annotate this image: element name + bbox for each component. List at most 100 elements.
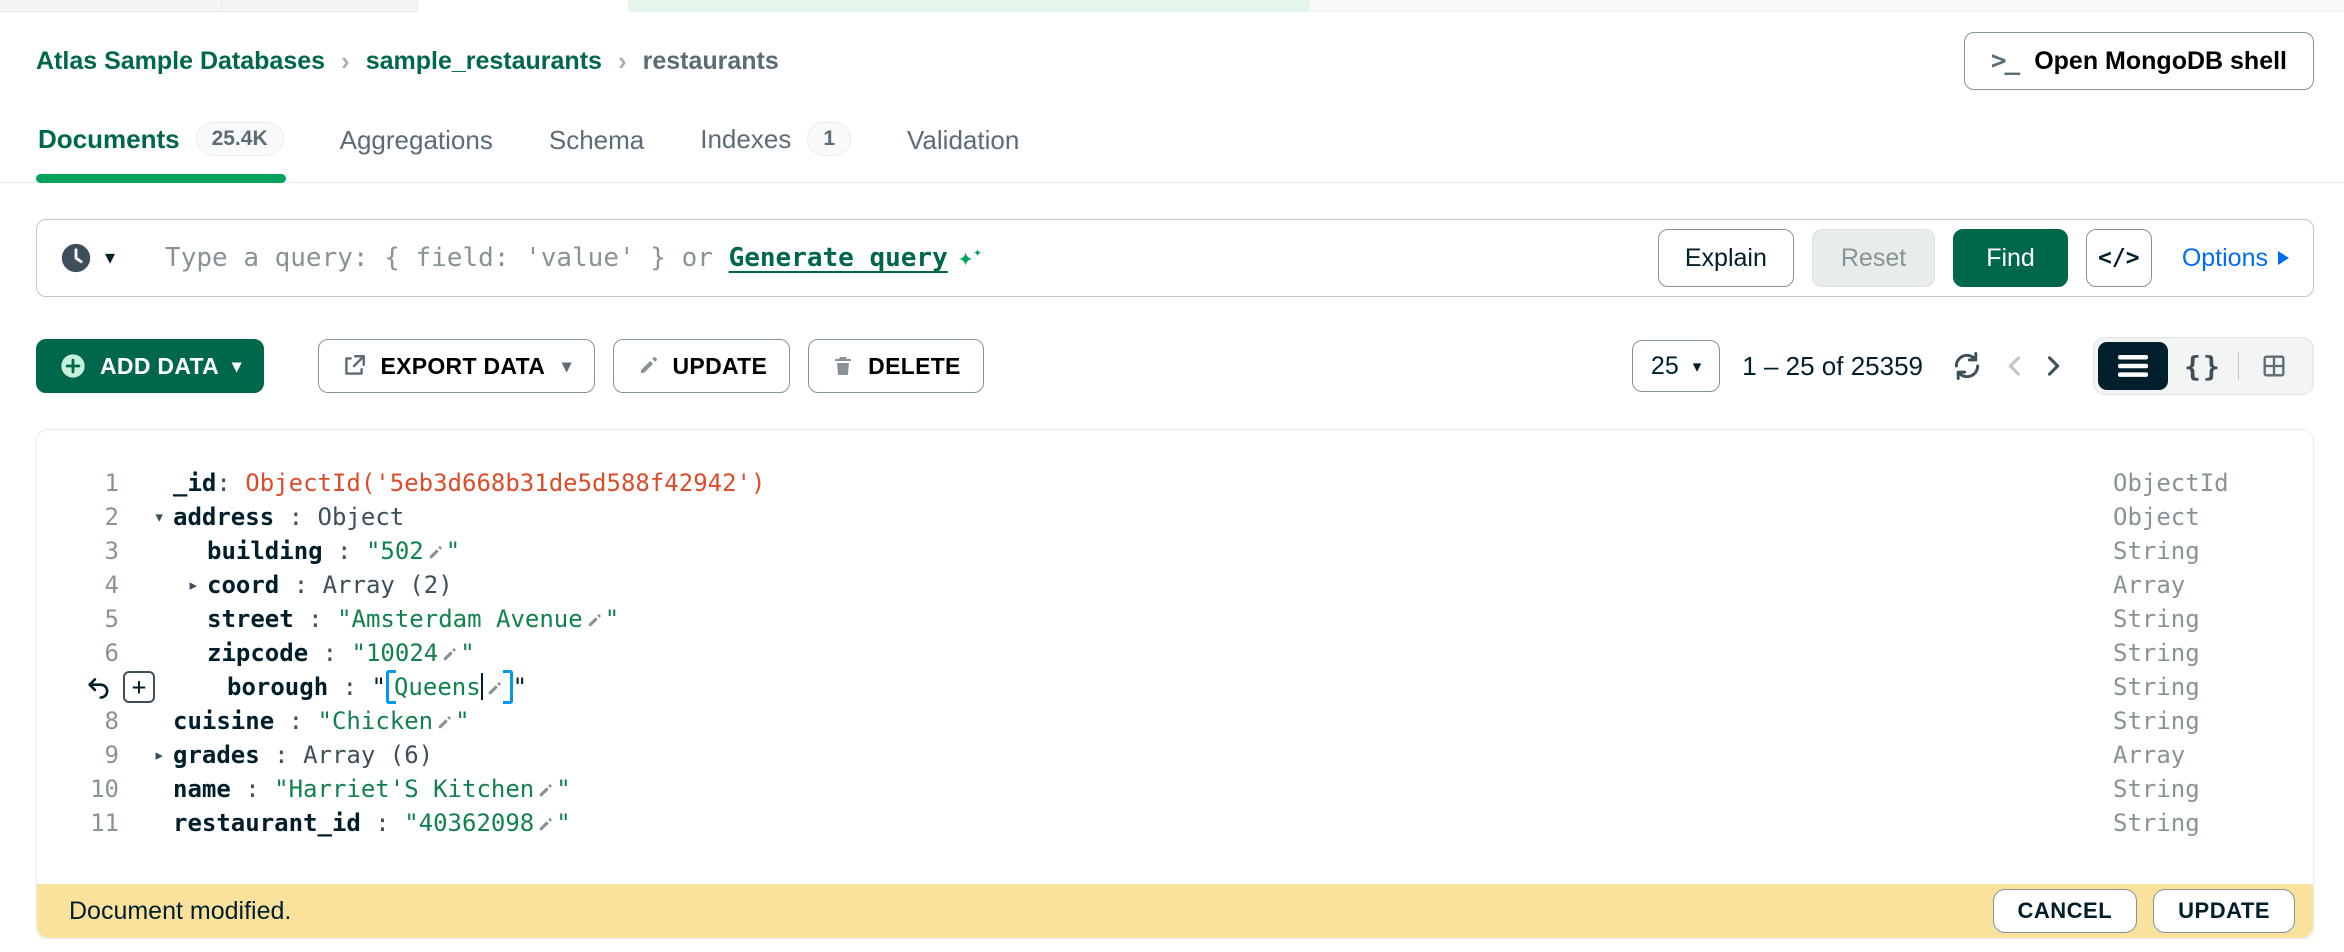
prev-page-button[interactable] xyxy=(2001,352,2029,380)
line-number: 2 xyxy=(105,503,119,531)
refresh-button[interactable] xyxy=(1951,350,1983,382)
field-value[interactable]: "Harriet'S Kitchen" xyxy=(274,775,571,803)
options-toggle[interactable]: Options xyxy=(2182,244,2289,273)
explain-button[interactable]: Explain xyxy=(1658,229,1794,287)
chevron-down-icon: ▾ xyxy=(105,248,115,268)
line-number: 3 xyxy=(105,537,119,565)
tab-label: Schema xyxy=(549,125,644,156)
delete-button[interactable]: DELETE xyxy=(808,339,984,393)
reset-button[interactable]: Reset xyxy=(1812,229,1935,287)
field-value[interactable]: "502" xyxy=(366,537,460,565)
field-value[interactable]: "40362098" xyxy=(404,809,571,837)
tab-schema[interactable]: Schema xyxy=(547,113,646,182)
table-view-icon xyxy=(2260,352,2288,380)
open-mongodb-shell-button[interactable]: >_ Open MongoDB shell xyxy=(1964,32,2314,90)
field-content: building : "502" xyxy=(119,537,2113,565)
breadcrumb-chevron-icon: › xyxy=(341,46,350,77)
field-name: address xyxy=(173,503,274,531)
export-data-button[interactable]: EXPORT DATA ▾ xyxy=(318,339,594,393)
line-number-gutter: 6 xyxy=(37,639,119,667)
document-row: 6zipcode : "10024"String xyxy=(37,636,2313,670)
chevron-down-icon: ▾ xyxy=(1693,358,1702,375)
field-content: ▸grades : Array (6) xyxy=(119,741,2113,769)
field-type: String xyxy=(2113,537,2313,565)
key-value-separator: : xyxy=(231,775,274,803)
list-view-icon xyxy=(2118,355,2148,377)
field-value[interactable]: "Chicken" xyxy=(318,707,470,735)
tab-validation[interactable]: Validation xyxy=(905,113,1021,182)
document-row: 11restaurant_id : "40362098"String xyxy=(37,806,2313,840)
edit-pencil-icon[interactable] xyxy=(485,680,503,698)
query-input[interactable]: Type a query: { field: 'value' } or Gene… xyxy=(165,243,982,273)
generate-query-link[interactable]: Generate query xyxy=(729,243,948,273)
tab-label: Aggregations xyxy=(340,125,493,156)
cancel-button[interactable]: CANCEL xyxy=(1993,889,2138,933)
field-type: String xyxy=(2113,707,2313,735)
banner-actions: CANCEL UPDATE xyxy=(1993,889,2296,933)
window-tab-bar-rest xyxy=(1310,0,2344,12)
field-name: grades xyxy=(173,741,260,769)
page-size-select[interactable]: 25 ▾ xyxy=(1632,340,1720,392)
field-content: ▾address : Object xyxy=(119,503,2113,531)
breadcrumb: Atlas Sample Databases › sample_restaura… xyxy=(36,46,779,77)
field-value[interactable]: Array (6) xyxy=(303,741,433,769)
document-card: 1_id: ObjectId('5eb3d668b31de5d588f42942… xyxy=(36,429,2314,939)
key-value-separator: : xyxy=(279,571,322,599)
breadcrumb-databases-link[interactable]: Atlas Sample Databases xyxy=(36,47,325,76)
pagination-range: 1 – 25 of 25359 xyxy=(1742,351,1923,382)
field-type: String xyxy=(2113,673,2313,701)
json-view-toggle[interactable]: {} xyxy=(2168,342,2238,390)
field-type: Array xyxy=(2113,571,2313,599)
query-actions: Explain Reset Find </> Options xyxy=(1658,229,2289,287)
window-tab-gap xyxy=(418,0,628,12)
add-data-button[interactable]: ADD DATA ▾ xyxy=(36,339,264,393)
code-view-button[interactable]: </> xyxy=(2086,229,2152,287)
collection-tabbar: Documents25.4K Aggregations Schema Indexes1… xyxy=(0,90,2344,183)
breadcrumb-database-link[interactable]: sample_restaurants xyxy=(366,47,602,76)
edit-pencil-icon[interactable] xyxy=(440,646,458,664)
collapse-caret-icon[interactable]: ▾ xyxy=(119,506,173,528)
add-data-label: ADD DATA xyxy=(100,353,219,380)
line-number: 11 xyxy=(90,809,119,837)
line-number-gutter: 2 xyxy=(37,503,119,531)
key-value-separator: : xyxy=(216,469,245,497)
field-value-editing[interactable]: Queens xyxy=(389,673,510,701)
breadcrumb-collection-current: restaurants xyxy=(643,47,779,76)
update-button[interactable]: UPDATE xyxy=(613,339,791,393)
add-field-button[interactable]: + xyxy=(123,671,155,703)
query-history-button[interactable]: ▾ xyxy=(59,241,115,275)
trash-icon xyxy=(831,354,855,378)
field-value[interactable]: Object xyxy=(318,503,405,531)
edit-pencil-icon[interactable] xyxy=(426,544,444,562)
update-document-button[interactable]: UPDATE xyxy=(2153,889,2295,933)
tab-aggregations[interactable]: Aggregations xyxy=(338,113,495,182)
edit-pencil-icon[interactable] xyxy=(435,714,453,732)
edit-pencil-icon[interactable] xyxy=(536,816,554,834)
field-value[interactable]: Array (2) xyxy=(323,571,453,599)
expand-caret-icon[interactable]: ▸ xyxy=(119,744,173,766)
refresh-icon xyxy=(1951,350,1983,382)
find-button[interactable]: Find xyxy=(1953,229,2068,287)
table-view-toggle[interactable] xyxy=(2239,342,2309,390)
edit-gutter: + xyxy=(37,671,173,703)
revert-change-icon[interactable] xyxy=(85,673,113,701)
edit-pencil-icon[interactable] xyxy=(536,782,554,800)
edit-pencil-icon[interactable] xyxy=(585,612,603,630)
line-number: 1 xyxy=(105,469,119,497)
key-value-separator: : xyxy=(328,673,371,701)
tab-documents[interactable]: Documents25.4K xyxy=(36,110,286,182)
next-page-button[interactable] xyxy=(2039,352,2067,380)
tab-indexes[interactable]: Indexes1 xyxy=(698,110,853,182)
line-number-gutter: 10 xyxy=(37,775,119,803)
expand-caret-icon[interactable]: ▸ xyxy=(153,574,207,596)
document-row: 1_id: ObjectId('5eb3d668b31de5d588f42942… xyxy=(37,466,2313,500)
field-value[interactable]: ObjectId('5eb3d668b31de5d588f42942') xyxy=(245,469,765,497)
field-value[interactable]: "10024" xyxy=(352,639,475,667)
field-content: name : "Harriet'S Kitchen" xyxy=(119,775,2113,803)
key-value-separator: : xyxy=(294,605,337,633)
field-value[interactable]: "Amsterdam Avenue" xyxy=(337,605,619,633)
field-name: zipcode xyxy=(207,639,308,667)
line-number-gutter: 1 xyxy=(37,469,119,497)
field-name: building xyxy=(207,537,323,565)
list-view-toggle[interactable] xyxy=(2098,342,2168,390)
